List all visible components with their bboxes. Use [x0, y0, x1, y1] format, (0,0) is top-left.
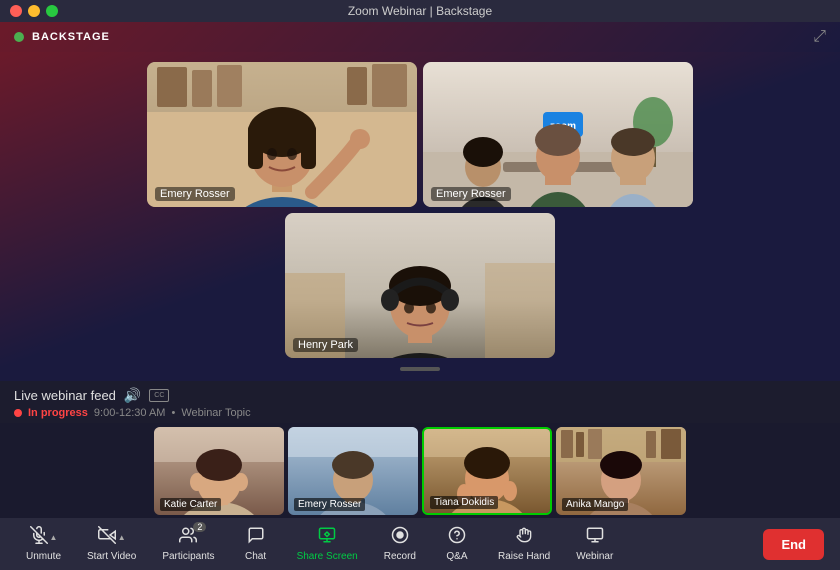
video-label-top-right: Emery Rosser [431, 187, 511, 201]
participants-button[interactable]: 2 Participants [152, 522, 224, 566]
webinar-time: 9:00-12:30 AM [94, 407, 166, 419]
share-screen-icon [316, 526, 338, 549]
unmute-chevron: ▲ [50, 533, 58, 542]
unmute-label: Unmute [26, 551, 61, 562]
record-button[interactable]: Record [374, 522, 426, 566]
raise-hand-label: Raise Hand [498, 551, 550, 562]
video-area: Emery Rosser [0, 52, 840, 381]
qa-label: Q&A [446, 551, 467, 562]
share-screen-button[interactable]: Share Screen [287, 522, 368, 566]
end-button[interactable]: End [763, 529, 824, 560]
video-tile-top-right: zoom Emery Rosser [423, 62, 693, 207]
minimize-button[interactable] [28, 5, 40, 17]
webinar-icon [586, 526, 604, 549]
thumb-katie[interactable]: Katie Carter [154, 427, 284, 515]
thumb-label-katie: Katie Carter [160, 498, 221, 511]
title-bar: Zoom Webinar | Backstage [0, 0, 840, 22]
webinar-topic: Webinar Topic [181, 407, 250, 419]
video-off-icon [98, 526, 116, 549]
start-video-label: Start Video [87, 551, 136, 562]
chat-label: Chat [245, 551, 266, 562]
chat-icon [247, 526, 265, 549]
participant-strip: Katie Carter Emery Rosser [0, 423, 840, 518]
start-video-button[interactable]: ▲ Start Video [77, 522, 146, 566]
thumb-emery[interactable]: Emery Rosser [288, 427, 418, 515]
participants-label: Participants [162, 551, 214, 562]
raise-hand-button[interactable]: Raise Hand [488, 522, 560, 566]
backstage-header: BACKSTAGE ⤢ [0, 22, 840, 52]
raise-hand-icon [516, 526, 532, 549]
record-label: Record [384, 551, 416, 562]
toolbar-left-items: ▲ Unmute ▲ Start Video [16, 522, 763, 566]
webinar-info: Live webinar feed 🔊 CC In progress 9:00-… [0, 381, 840, 423]
thumb-anika[interactable]: Anika Mango [556, 427, 686, 515]
divider-indicator [400, 367, 440, 371]
video-row-top: Emery Rosser [10, 62, 830, 207]
video-label-center: Henry Park [293, 338, 358, 352]
backstage-status-dot [14, 32, 24, 42]
close-button[interactable] [10, 5, 22, 17]
qa-icon [448, 526, 466, 549]
mic-off-icon [30, 526, 48, 549]
thumb-label-emery: Emery Rosser [294, 498, 365, 511]
fullscreen-button[interactable] [46, 5, 58, 17]
record-icon [391, 526, 409, 549]
traffic-lights [10, 5, 58, 17]
participant-count: 2 [193, 522, 206, 532]
video-chevron: ▲ [118, 533, 126, 542]
thumb-label-tiana: Tiana Dokidis [430, 496, 498, 509]
captions-icon[interactable]: CC [149, 389, 169, 402]
participants-icon: 2 [178, 526, 198, 549]
window-title: Zoom Webinar | Backstage [348, 4, 492, 18]
thumb-tiana[interactable]: Tiana Dokidis [422, 427, 552, 515]
video-tile-top-left: Emery Rosser [147, 62, 417, 207]
chat-button[interactable]: Chat [231, 522, 281, 566]
webinar-title: Live webinar feed [14, 388, 116, 403]
video-tile-center: Henry Park [285, 213, 555, 358]
webinar-label: Webinar [576, 551, 613, 562]
speaker-icon: 🔊 [124, 387, 141, 404]
separator: • [171, 407, 175, 419]
video-row-bottom: Henry Park [10, 213, 830, 358]
backstage-label: BACKSTAGE [32, 31, 110, 43]
unmute-button[interactable]: ▲ Unmute [16, 522, 71, 566]
thumb-label-anika: Anika Mango [562, 498, 628, 511]
toolbar: ▲ Unmute ▲ Start Video [0, 518, 840, 570]
status-indicator [14, 409, 22, 417]
expand-icon[interactable]: ⤢ [813, 28, 826, 46]
share-screen-label: Share Screen [297, 551, 358, 562]
status-label: In progress [28, 407, 88, 419]
webinar-button[interactable]: Webinar [566, 522, 623, 566]
qa-button[interactable]: Q&A [432, 522, 482, 566]
main-content: BACKSTAGE ⤢ [0, 22, 840, 570]
video-label-top-left: Emery Rosser [155, 187, 235, 201]
